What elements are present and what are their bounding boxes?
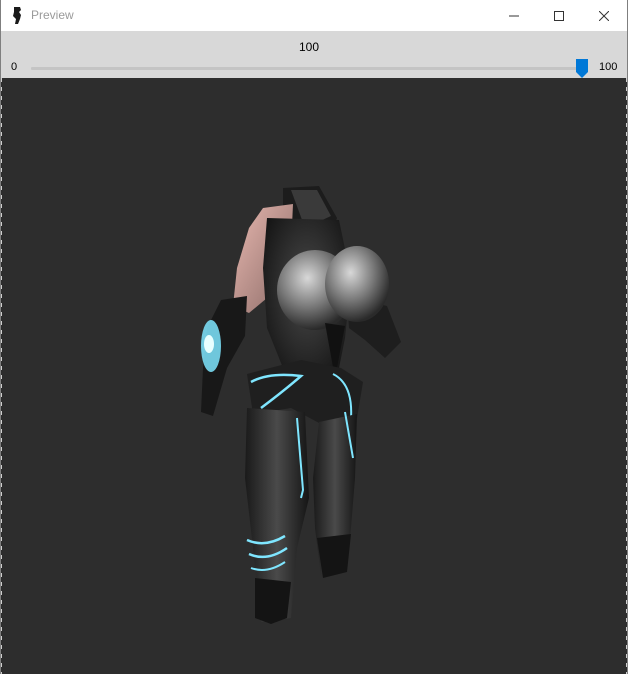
armor-model-render — [201, 186, 401, 624]
window-title: Preview — [31, 8, 74, 22]
close-icon — [598, 10, 609, 21]
minimize-icon — [508, 15, 519, 16]
preview-window: Preview 100 0 100 — [0, 0, 628, 674]
title-bar[interactable]: Preview — [1, 0, 627, 31]
figure-silhouette-icon — [13, 7, 21, 24]
maximize-button[interactable] — [536, 0, 581, 31]
minimize-button[interactable] — [491, 0, 536, 31]
slider-track[interactable] — [31, 67, 587, 70]
maximize-icon — [553, 10, 564, 21]
window-edge-right — [626, 78, 627, 674]
slider-panel: 100 0 100 — [1, 31, 627, 78]
slider-max-label: 100 — [599, 61, 618, 73]
window-edge-left — [1, 78, 2, 674]
slider-thumb[interactable] — [576, 59, 588, 78]
slider-value-label: 100 — [298, 40, 320, 54]
3d-viewport[interactable] — [1, 78, 627, 674]
close-button[interactable] — [581, 0, 626, 31]
slider-min-label: 0 — [11, 61, 18, 73]
